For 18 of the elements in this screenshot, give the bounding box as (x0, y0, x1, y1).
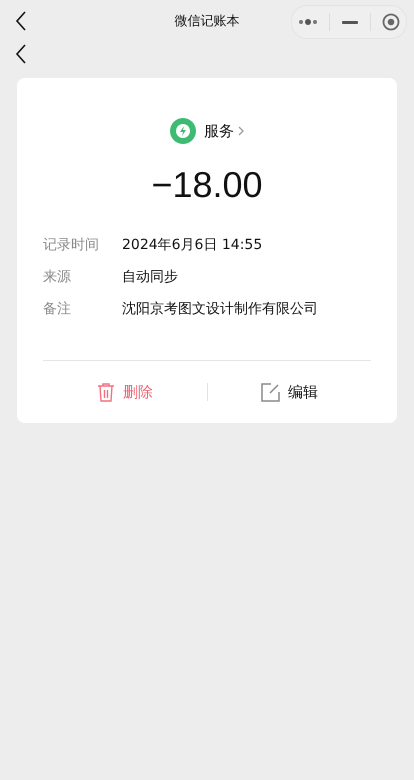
chevron-icon (238, 126, 244, 136)
edit-button[interactable]: 编辑 (208, 382, 371, 402)
detail-value: 沈阳京考图文设计制作有限公司 (122, 300, 318, 318)
minimize-icon[interactable] (342, 20, 358, 24)
detail-value: 2024年6月6日 14:55 (122, 236, 262, 254)
category-link[interactable]: 服务 (204, 122, 244, 140)
detail-value: 自动同步 (122, 268, 178, 286)
back-icon[interactable] (15, 44, 27, 64)
amount: −18.00 (150, 164, 264, 206)
back-icon[interactable] (15, 11, 27, 31)
window-title: 微信记账本 (174, 13, 240, 30)
edit-icon (260, 382, 280, 402)
detail-label: 来源 (43, 268, 72, 286)
detail-label: 备注 (43, 300, 72, 318)
close-icon[interactable] (382, 13, 400, 31)
more-icon[interactable] (298, 19, 318, 25)
trash-icon (96, 382, 115, 402)
detail-label: 记录时间 (43, 236, 100, 254)
